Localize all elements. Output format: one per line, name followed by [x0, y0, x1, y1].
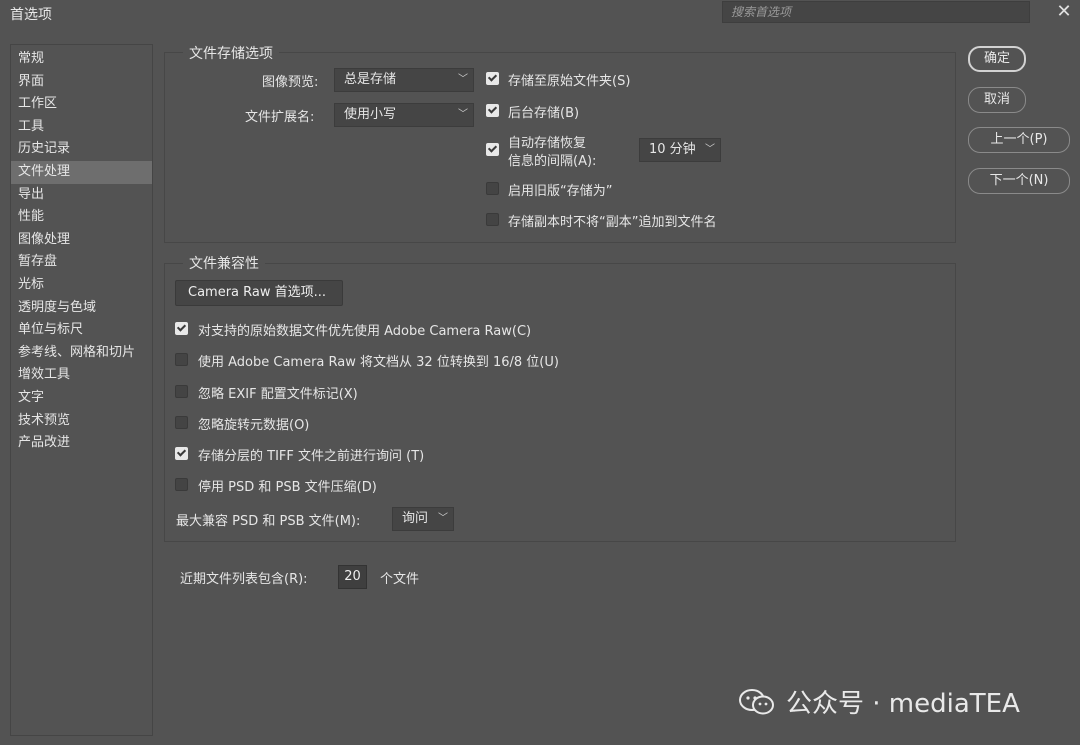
sidebar-item-transparency[interactable]: 透明度与色域	[11, 297, 152, 320]
sidebar-item-file-handling[interactable]: 文件处理	[11, 160, 152, 184]
chevron-down-icon: ﹀	[705, 144, 715, 155]
sidebar-item-export[interactable]: 导出	[11, 184, 152, 207]
search-input[interactable]: 搜索首选项	[722, 1, 1030, 23]
background-save-label: 后台存储(B)	[508, 106, 580, 121]
save-to-original-label: 存储至原始文件夹(S)	[508, 74, 631, 89]
sidebar-item-units[interactable]: 单位与标尺	[11, 319, 152, 342]
ask-tiff-layers-checkbox[interactable]	[175, 447, 188, 460]
ignore-exif-checkbox[interactable]	[175, 385, 188, 398]
image-preview-label: 图像预览:	[262, 75, 319, 90]
file-ext-label: 文件扩展名:	[245, 110, 315, 125]
convert-32bit-checkbox[interactable]	[175, 353, 188, 366]
sidebar-item-product-improvement[interactable]: 产品改进	[11, 432, 152, 455]
ok-button[interactable]: 确定	[968, 46, 1026, 72]
no-copy-suffix-checkbox[interactable]	[486, 213, 499, 226]
legacy-save-as-checkbox[interactable]	[486, 182, 499, 195]
ignore-rotation-label: 忽略旋转元数据(O)	[198, 418, 310, 433]
ignore-exif-label: 忽略 EXIF 配置文件标记(X)	[198, 387, 358, 402]
auto-save-checkbox[interactable]	[486, 143, 499, 156]
recent-files-suffix: 个文件	[380, 572, 420, 587]
window-title: 首选项	[10, 7, 52, 23]
auto-save-interval-select[interactable]: 10 分钟 ﹀	[639, 138, 721, 162]
disable-psd-compression-checkbox[interactable]	[175, 478, 188, 491]
prev-button[interactable]: 上一个(P)	[968, 127, 1070, 153]
file-compat-legend: 文件兼容性	[183, 253, 265, 273]
sidebar-item-tech-preview[interactable]: 技术预览	[11, 410, 152, 433]
sidebar-item-guides[interactable]: 参考线、网格和切片	[11, 342, 152, 365]
background-save-checkbox[interactable]	[486, 104, 499, 117]
close-icon[interactable]: ✕	[1053, 1, 1075, 23]
auto-save-label-line1: 自动存储恢复	[508, 136, 587, 151]
sidebar-item-general[interactable]: 常规	[11, 48, 152, 71]
save-to-original-checkbox[interactable]	[486, 72, 499, 85]
sidebar-item-performance[interactable]: 性能	[11, 206, 152, 229]
wechat-icon	[739, 689, 774, 715]
sidebar-item-type[interactable]: 文字	[11, 387, 152, 410]
max-compat-select[interactable]: 询问 ﹀	[392, 507, 454, 531]
prefer-camera-raw-label: 对支持的原始数据文件优先使用 Adobe Camera Raw(C)	[198, 324, 532, 339]
sidebar-item-workspace[interactable]: 工作区	[11, 93, 152, 116]
image-preview-select[interactable]: 总是存储 ﹀	[334, 68, 474, 92]
convert-32bit-label: 使用 Adobe Camera Raw 将文档从 32 位转换到 16/8 位(…	[198, 355, 559, 370]
recent-files-count-input[interactable]: 20	[338, 565, 367, 589]
category-sidebar: 常规 界面 工作区 工具 历史记录 文件处理 导出 性能 图像处理 暂存盘 光标…	[10, 44, 153, 736]
recent-files-label: 近期文件列表包含(R):	[180, 572, 308, 587]
sidebar-item-plugins[interactable]: 增效工具	[11, 364, 152, 387]
watermark-text: 公众号 · mediaTEA	[786, 689, 1020, 719]
title-bar: 首选项 搜索首选项 ✕	[0, 0, 1080, 26]
sidebar-item-interface[interactable]: 界面	[11, 71, 152, 94]
sidebar-item-image-processing[interactable]: 图像处理	[11, 229, 152, 252]
sidebar-item-tools[interactable]: 工具	[11, 116, 152, 139]
prefer-camera-raw-checkbox[interactable]	[175, 322, 188, 335]
next-button[interactable]: 下一个(N)	[968, 168, 1070, 194]
disable-psd-compression-label: 停用 PSD 和 PSB 文件压缩(D)	[198, 480, 377, 495]
chevron-down-icon: ﹀	[458, 109, 468, 120]
max-compat-value: 询问	[402, 511, 429, 526]
image-preview-value: 总是存储	[344, 72, 397, 87]
cancel-button[interactable]: 取消	[968, 87, 1026, 113]
sidebar-item-scratch-disks[interactable]: 暂存盘	[11, 251, 152, 274]
legacy-save-as-label: 启用旧版“存储为”	[508, 184, 613, 199]
file-ext-select[interactable]: 使用小写 ﹀	[334, 103, 474, 127]
chevron-down-icon: ﹀	[438, 513, 448, 524]
ignore-rotation-checkbox[interactable]	[175, 416, 188, 429]
file-ext-value: 使用小写	[344, 107, 397, 122]
camera-raw-prefs-button[interactable]: Camera Raw 首选项...	[175, 280, 343, 306]
sidebar-item-cursors[interactable]: 光标	[11, 274, 152, 297]
ask-tiff-layers-label: 存储分层的 TIFF 文件之前进行询问 (T)	[198, 449, 425, 464]
file-save-legend: 文件存储选项	[183, 43, 279, 63]
sidebar-item-history[interactable]: 历史记录	[11, 138, 152, 161]
auto-save-interval-value: 10 分钟	[649, 142, 696, 157]
auto-save-label-line2: 信息的间隔(A):	[508, 154, 597, 169]
chevron-down-icon: ﹀	[458, 74, 468, 85]
no-copy-suffix-label: 存储副本时不将“副本”追加到文件名	[508, 215, 717, 230]
max-compat-label: 最大兼容 PSD 和 PSB 文件(M):	[176, 514, 361, 529]
